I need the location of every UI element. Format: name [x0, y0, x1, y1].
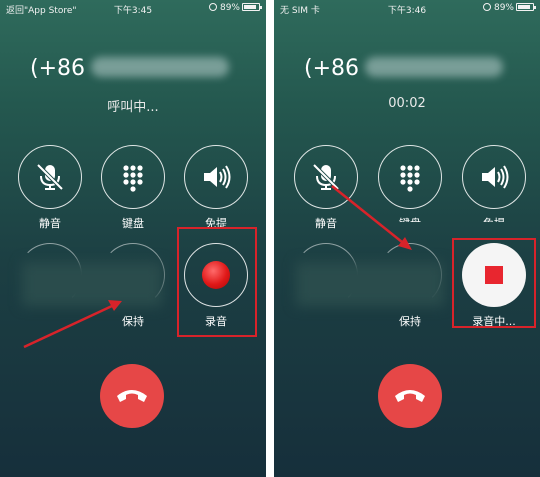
battery-percent: 89% [219, 3, 240, 13]
hang-up-icon [395, 390, 425, 402]
speaker-icon [482, 165, 509, 189]
call-status: 呼叫中... [107, 100, 159, 115]
blurred-overlay [296, 262, 444, 306]
rotation-lock-icon [482, 3, 491, 11]
keypad-grid-icon [123, 165, 143, 192]
blurred-number [91, 57, 230, 77]
speaker-icon [204, 165, 231, 189]
record-highlight-box [177, 227, 257, 337]
phone-number: (+86 [304, 56, 504, 81]
speaker-label: 免提 [442, 215, 540, 222]
end-call-button[interactable] [378, 364, 442, 428]
battery-icon [242, 3, 262, 11]
call-duration: 00:02 [388, 96, 426, 111]
number-prefix: (+86 [30, 56, 86, 81]
battery-percent: 89% [493, 3, 514, 13]
microphone-slash-icon [312, 163, 340, 191]
rotation-lock-icon [208, 3, 217, 11]
status-right: 89% [482, 3, 536, 13]
status-bar: 无 SIM 卡 下午3:46 89% [274, 0, 540, 18]
status-right: 89% [208, 3, 262, 13]
end-call-button[interactable] [100, 364, 164, 428]
status-bar: 返回"App Store" 下午3:45 89% [0, 0, 266, 18]
hang-up-icon [117, 390, 147, 402]
keypad-grid-icon [400, 165, 420, 192]
call-screen-left: 返回"App Store" 下午3:45 89% (+86 呼叫中... 静音 [0, 0, 266, 477]
blurred-overlay [22, 262, 162, 306]
mute-button[interactable]: 静音 [18, 145, 82, 230]
speaker-button[interactable]: 免提 [184, 145, 248, 230]
keypad-button[interactable]: 键盘 [101, 145, 165, 230]
phone-number: (+86 [30, 56, 230, 81]
mute-button[interactable]: 静音 [294, 145, 358, 230]
keypad-button[interactable]: 键盘 [378, 145, 442, 222]
blurred-number [365, 57, 504, 77]
microphone-slash-icon [36, 163, 64, 191]
recording-highlight-box [452, 238, 536, 328]
battery-icon [516, 3, 536, 11]
number-prefix: (+86 [304, 56, 360, 81]
speaker-button[interactable]: 免提 [462, 145, 526, 222]
call-screen-right: 无 SIM 卡 下午3:46 89% (+86 00:02 静音 保持 录音中.… [274, 0, 540, 477]
